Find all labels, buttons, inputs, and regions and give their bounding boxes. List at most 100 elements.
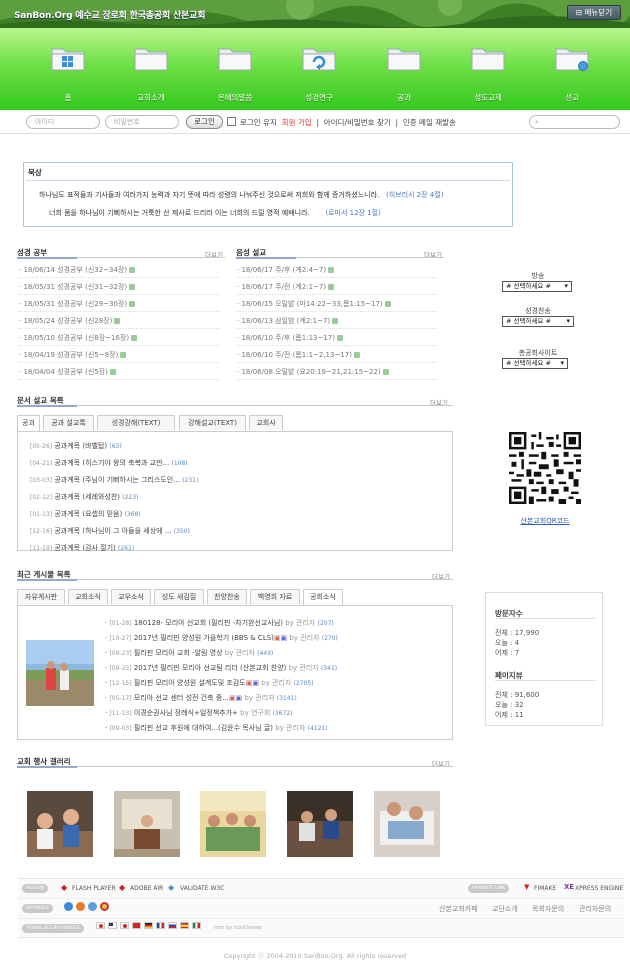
list-item[interactable]: · [09-03] 필리핀 선교 후원에 대하여...(김윤수 목사님 글) b… bbox=[105, 723, 338, 733]
safari-browser-icon[interactable] bbox=[88, 902, 97, 911]
qr-caption[interactable]: 산본교회QR코드 bbox=[500, 516, 590, 526]
gallery-photo-image[interactable] bbox=[374, 791, 440, 857]
post-count: (3141) bbox=[276, 695, 297, 702]
list-item[interactable]: · [09-23] 필리핀 모리아 교회 -알림 영상 by 관리자 (449) bbox=[105, 648, 338, 658]
list-item[interactable]: · 18/06/17 주/후 (계2:4~7) bbox=[237, 265, 437, 278]
list-item-text: 18/04/19 성경공부 (신5~8장) bbox=[23, 351, 119, 359]
list-item[interactable]: · 18/06/08 오밀밭 (요20:19~21,21:15~22) bbox=[237, 367, 437, 380]
footer-link-cafe[interactable]: 산본교회카페 bbox=[439, 904, 478, 914]
list-item[interactable]: · 18/05/31 성경공부 (신31~32장) bbox=[19, 282, 219, 295]
list-item[interactable]: · 18/05/24 성경공부 (신28장) bbox=[19, 316, 219, 329]
find-account-link[interactable]: 아이디/비밀번호 찾기 bbox=[324, 118, 391, 127]
nav-item-home[interactable]: 홈 bbox=[41, 45, 95, 103]
list-item[interactable]: [03-03] 공과계목 (주님이 기뻐하시는 그리스도인... (231) bbox=[30, 475, 198, 485]
list-item[interactable]: · 18/04/19 성경공부 (신5~8장) bbox=[19, 350, 219, 363]
spain-flag-icon[interactable] bbox=[180, 922, 189, 929]
nav-item-bible-research[interactable]: 성경연구 bbox=[292, 45, 346, 103]
tab-lesson-sermon[interactable]: 공과 설교록 bbox=[43, 415, 94, 430]
document-icon bbox=[114, 318, 121, 324]
fimake-link[interactable]: FIMAKE bbox=[534, 885, 556, 892]
validate-w3c-link[interactable]: VALIDATE W3C bbox=[180, 885, 224, 892]
post-thumbnail-image[interactable] bbox=[26, 640, 94, 706]
france-flag-icon[interactable] bbox=[156, 922, 165, 929]
list-item-text: 18/06/13 삼일밤 (계2:1~7) bbox=[241, 317, 331, 325]
tab-church-news[interactable]: 교회소식 bbox=[68, 589, 108, 604]
list-item[interactable]: · 18/06/13 삼일밤 (계2:1~7) bbox=[237, 316, 437, 329]
login-button[interactable]: 로그인 bbox=[186, 115, 223, 129]
nav-item-church-intro[interactable]: 교회소개 bbox=[124, 45, 178, 103]
germany-flag-icon[interactable] bbox=[144, 922, 153, 929]
post-title: 공과계목 (주님이 기뻐하시는 그리스도인... bbox=[54, 476, 180, 484]
keep-login-checkbox[interactable] bbox=[227, 117, 236, 126]
list-item[interactable]: · 18/05/10 성경공부 (신8장~16장) bbox=[19, 333, 219, 346]
tab-saints-rumination[interactable]: 성도 새김질 bbox=[154, 589, 204, 604]
list-item[interactable]: [12-16] 공과계목 (하나님이 그 아들을 세상에 ... (350) bbox=[30, 526, 198, 536]
usa-flag-icon[interactable] bbox=[108, 922, 117, 929]
keep-login-label[interactable]: 로그인 유지 bbox=[240, 118, 277, 127]
nav-item-grace-word[interactable]: 은혜의말씀 bbox=[208, 45, 262, 103]
hymn-select[interactable]: # 선택하세요 # bbox=[502, 316, 574, 327]
list-item[interactable]: · 18/04/04 성경공부 (신5장) bbox=[19, 367, 219, 380]
italy-flag-icon[interactable] bbox=[192, 922, 201, 929]
chrome-browser-icon[interactable] bbox=[100, 902, 109, 911]
list-item[interactable]: · [05-17] 모리아 선교 센터 성전 건축 중...▣▣ by 관리자 … bbox=[105, 693, 338, 703]
china-flag-icon[interactable] bbox=[132, 922, 141, 929]
flash-player-link[interactable]: FLASH PLAYER bbox=[72, 885, 116, 892]
xpress-engine-link[interactable]: XPRESS ENGINE bbox=[575, 885, 623, 892]
post-date: [03-03] bbox=[30, 477, 53, 484]
list-item[interactable]: · 18/05/31 성경공부 (신29~30장) bbox=[19, 299, 219, 312]
tab-assembly-news[interactable]: 공회소식 bbox=[303, 589, 343, 605]
footer-link-admin-inquiry[interactable]: 관리자문의 bbox=[579, 904, 611, 914]
list-item[interactable]: · [10-27] 2017년 필리핀 양성원 가을학기 (BBS & CLS)… bbox=[105, 633, 338, 643]
gallery-photo-image[interactable] bbox=[27, 791, 93, 857]
list-item[interactable]: · 18/06/10 주/후 (롬1:13~17) bbox=[237, 333, 437, 346]
tab-baek-materials[interactable]: 백영희 자료 bbox=[250, 589, 300, 604]
adobe-air-link[interactable]: ADOBE AIR bbox=[130, 885, 163, 892]
tab-bible-exposition[interactable]: 성경강해(TEXT) bbox=[97, 415, 175, 430]
broadcast-select[interactable]: # 선택하세요 # bbox=[502, 281, 572, 292]
list-item[interactable]: · [11-13] 이경순권사님 장례식+일정책추가+ by 연구회 (3672… bbox=[105, 708, 338, 718]
list-item[interactable]: · 18/06/10 주/전 (롬1:1~2,13~17) bbox=[237, 350, 437, 363]
list-item[interactable]: [01-13] 공과계목 (요셉의 믿음) (368) bbox=[30, 509, 198, 519]
tab-praise[interactable]: 찬양찬송 bbox=[207, 589, 247, 604]
list-item[interactable]: [04-21] 공과계목 (히스기야 왕의 축복과 교만... (108) bbox=[30, 458, 198, 468]
list-item[interactable]: · [01-28] 180128- 모리아 선교회 (필리핀 -차기완선교사님)… bbox=[105, 618, 338, 628]
signup-link[interactable]: 회원 가입 bbox=[282, 118, 312, 127]
gallery-photo-image[interactable] bbox=[200, 791, 266, 857]
id-input[interactable]: 아이디 bbox=[26, 115, 100, 129]
russia-flag-icon[interactable] bbox=[168, 922, 177, 929]
footer-link-pastor-inquiry[interactable]: 목회자문의 bbox=[532, 904, 564, 914]
list-item[interactable]: · [09-23] 2017년 필리핀 모리아 선교팀 리더 (산본교회 찬양)… bbox=[105, 663, 338, 673]
search-input[interactable]: ⌕ bbox=[529, 115, 620, 129]
footer-link-denomination[interactable]: 교단소개 bbox=[492, 904, 518, 914]
tab-expository-sermon[interactable]: 강해설교(TEXT) bbox=[179, 415, 246, 430]
japan-flag-icon[interactable] bbox=[120, 922, 129, 929]
tab-member-news[interactable]: 교우소식 bbox=[111, 589, 151, 604]
gallery-photo-image[interactable] bbox=[287, 791, 353, 857]
qr-code-icon[interactable] bbox=[509, 432, 581, 504]
ie-browser-icon[interactable] bbox=[64, 902, 73, 911]
list-item[interactable]: [02-12] 공과계목 (세례와성찬) (223) bbox=[30, 492, 198, 502]
gallery-photo-image[interactable] bbox=[114, 791, 180, 857]
password-input[interactable]: 비밀번호 bbox=[105, 115, 179, 129]
tab-free-board[interactable]: 자유게시판 bbox=[17, 589, 65, 604]
tab-lesson[interactable]: 공과 bbox=[17, 415, 40, 431]
site-select[interactable]: # 선택하세요 # bbox=[502, 358, 568, 369]
nav-item-mission[interactable]: 선교 bbox=[545, 45, 599, 103]
firefox-browser-icon[interactable] bbox=[76, 902, 85, 911]
list-item[interactable]: [11-19] 공과계목 (감사 절기) (261) bbox=[30, 543, 198, 553]
nav-item-fellowship[interactable]: 성도교제 bbox=[461, 45, 515, 103]
nav-item-lesson[interactable]: 공과 bbox=[377, 45, 431, 103]
menu-close-button[interactable]: ⊟ 메뉴닫기 bbox=[567, 5, 621, 20]
list-item[interactable]: [05-26] 공과계목 (바벨탑) (63) bbox=[30, 441, 198, 451]
meditation-title: 묵상 bbox=[28, 168, 42, 177]
site-title[interactable]: SanBon.Org 예수교 장로회 한국총공회 산본교회 bbox=[14, 8, 206, 21]
resend-mail-link[interactable]: 인증 메일 재발송 bbox=[403, 118, 456, 127]
korea-flag-icon[interactable] bbox=[96, 922, 105, 929]
list-item[interactable]: · 18/06/15 오밀밭 (마14:22~33,롬1:15~17) bbox=[237, 299, 437, 312]
list-item[interactable]: · 18/06/17 주/전 (계2:1~7) bbox=[237, 282, 437, 295]
list-item[interactable]: · [12-15] 필리핀 모리아 양성원 설계도및 조감도▣▣ by 관리자 … bbox=[105, 678, 338, 688]
nav-label-bible-research: 성경연구 bbox=[305, 93, 333, 102]
list-item[interactable]: · 18/06/14 성경공부 (신32~34장) bbox=[19, 265, 219, 278]
tab-church-history[interactable]: 교회사 bbox=[249, 415, 283, 430]
